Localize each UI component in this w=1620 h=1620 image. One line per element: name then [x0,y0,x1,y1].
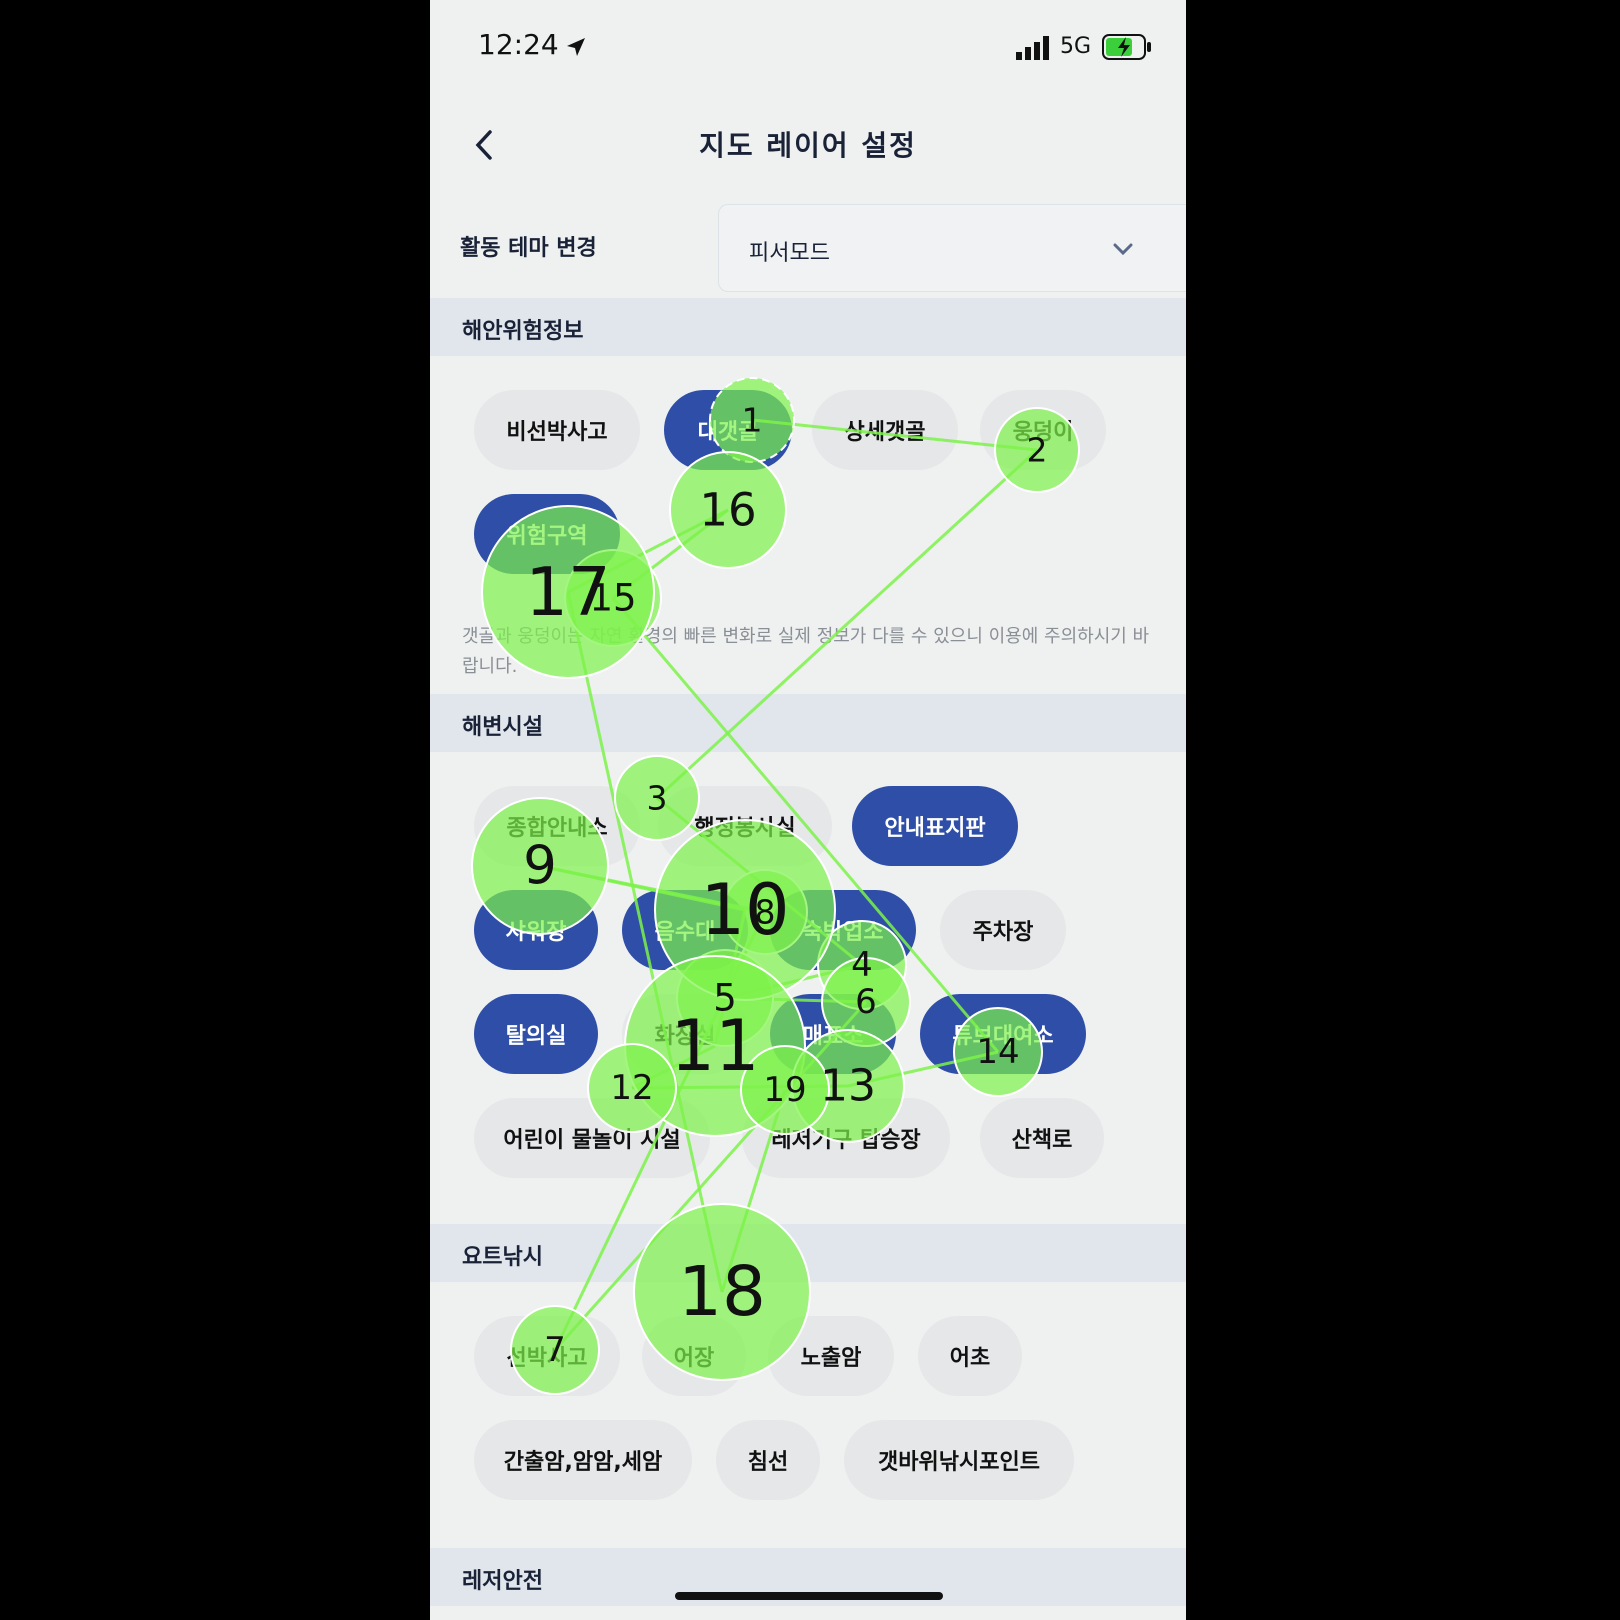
chip-beach-1[interactable]: 행정봉사실 [658,786,832,866]
network-type: 5G [1060,34,1092,59]
chip-beach-2[interactable]: 안내표지판 [852,786,1018,866]
chip-beach-5[interactable]: 숙박업소 [770,890,916,970]
chip-fishing-4[interactable]: 간출암,암암,세암 [474,1420,692,1500]
section-header-beach-facilities: 해변시설 [430,694,1186,752]
chip-coastal-1[interactable]: 대갯골 [664,390,792,470]
coastal-notice: 갯골과 웅덩이는 자연 환경의 빠른 변화로 실제 정보가 다를 수 있으니 이… [462,626,1150,677]
chevron-down-icon [1113,243,1133,256]
chip-beach-0[interactable]: 종합안내소 [474,786,640,866]
home-indicator [675,1592,943,1600]
theme-select[interactable]: 피서모드 [718,204,1186,292]
chip-fishing-3[interactable]: 어초 [918,1316,1022,1396]
chip-fishing-1[interactable]: 어장 [642,1316,746,1396]
section-header-yacht-fishing: 요트낚시 [430,1224,1186,1282]
chip-beach-4[interactable]: 음수대 [622,890,748,970]
chip-beach-8[interactable]: 화장실 [622,994,748,1074]
chip-fishing-6[interactable]: 갯바위낚시포인트 [844,1420,1074,1500]
chip-coastal-2[interactable]: 상세갯골 [812,390,958,470]
chip-fishing-0[interactable]: 선박사고 [474,1316,620,1396]
signal-icon [1016,36,1049,60]
location-arrow-icon [567,38,585,56]
page-title: 지도 레이어 설정 [699,129,917,162]
chip-beach-6[interactable]: 주차장 [940,890,1066,970]
theme-select-value: 피서모드 [749,241,830,266]
status-bar: 12:24 5G [430,0,1186,90]
chip-coastal-0[interactable]: 비선박사고 [474,390,640,470]
theme-label: 활동 테마 변경 [460,236,597,261]
phone-screen: 12:24 5G 지도 레이어 설정 활동 테마 변경 피서모드 해안위험정보 … [430,0,1186,1620]
section-header-coastal-hazard: 해안위험정보 [430,298,1186,356]
status-time: 12:24 [478,28,559,61]
theme-row: 활동 테마 변경 피서모드 [430,200,1186,292]
chip-fishing-5[interactable]: 침선 [716,1420,820,1500]
chip-beach-10[interactable]: 튜브대여소 [920,994,1086,1074]
chip-beach-3[interactable]: 샤워장 [474,890,598,970]
chip-beach-7[interactable]: 탈의실 [474,994,598,1074]
chip-coastal-3[interactable]: 웅덩이 [980,390,1106,470]
chip-fishing-2[interactable]: 노출암 [768,1316,894,1396]
chip-beach-13[interactable]: 산책로 [980,1098,1104,1178]
battery-charging-icon [1102,34,1151,60]
chip-beach-12[interactable]: 레저기구 탑승장 [742,1098,950,1178]
chip-beach-11[interactable]: 어린이 물놀이 시설 [474,1098,710,1178]
chip-beach-9[interactable]: 매표소 [770,994,896,1074]
nav-bar: 지도 레이어 설정 [430,110,1186,180]
chip-coastal-4[interactable]: 위험구역 [474,494,620,574]
